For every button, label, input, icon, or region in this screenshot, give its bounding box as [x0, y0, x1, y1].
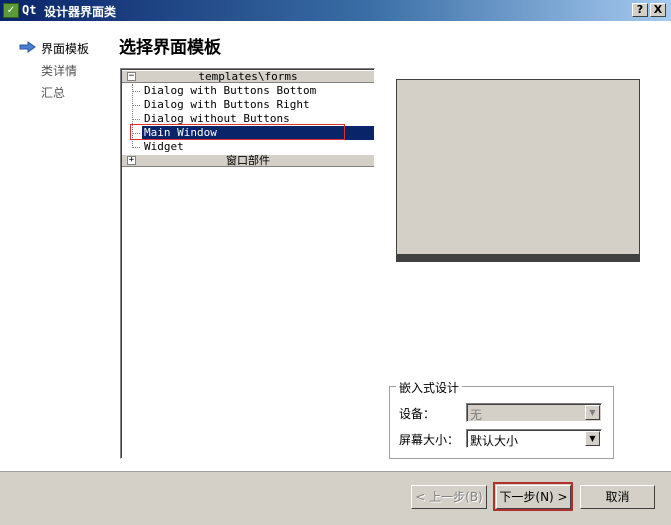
app-name: Qt — [22, 3, 37, 17]
page-title: 选择界面模板 — [119, 38, 221, 58]
cancel-button[interactable]: 取消 — [580, 485, 655, 509]
chevron-down-icon[interactable]: ▼ — [585, 431, 600, 446]
tree-item-dialog-buttons-right[interactable]: Dialog with Buttons Right — [122, 98, 374, 112]
title-bar: ✓ Qt 设计器界面类 ? X — [0, 0, 671, 21]
step-class-details: 类详情 — [41, 64, 78, 78]
template-preview — [396, 79, 640, 262]
help-button[interactable]: ? — [632, 3, 648, 17]
next-button[interactable]: 下一步(N) > — [496, 485, 571, 509]
tree-item-widget[interactable]: Widget — [122, 140, 374, 154]
device-value: 无 — [470, 408, 483, 422]
category-templates-forms[interactable]: − templates\forms — [122, 70, 374, 83]
category-label: templates\forms — [198, 70, 298, 83]
device-combo[interactable]: 无 ▼ — [466, 403, 602, 422]
arrow-right-icon — [19, 41, 36, 53]
step-form-template: 界面模板 — [41, 42, 90, 56]
window-title: 设计器界面类 — [44, 5, 117, 19]
tree-item-dialog-buttons-bottom[interactable]: Dialog with Buttons Bottom — [122, 84, 374, 98]
qt-logo-icon: ✓ — [3, 3, 19, 18]
screen-size-label: 屏幕大小： — [399, 433, 460, 447]
step-summary: 汇总 — [41, 86, 66, 100]
close-button[interactable]: X — [650, 3, 666, 17]
chevron-down-icon[interactable]: ▼ — [585, 405, 600, 420]
screen-size-combo[interactable]: 默认大小 ▼ — [466, 429, 602, 448]
device-label: 设备： — [399, 407, 436, 421]
screen-size-value: 默认大小 — [470, 434, 519, 448]
preview-status-bar — [397, 254, 639, 261]
category-label: 窗口部件 — [226, 154, 270, 167]
back-button[interactable]: < 上一步(B) — [411, 485, 487, 509]
category-widgets[interactable]: + 窗口部件 — [122, 154, 374, 167]
group-title: 嵌入式设计 — [396, 379, 463, 396]
highlight-box — [130, 124, 345, 140]
